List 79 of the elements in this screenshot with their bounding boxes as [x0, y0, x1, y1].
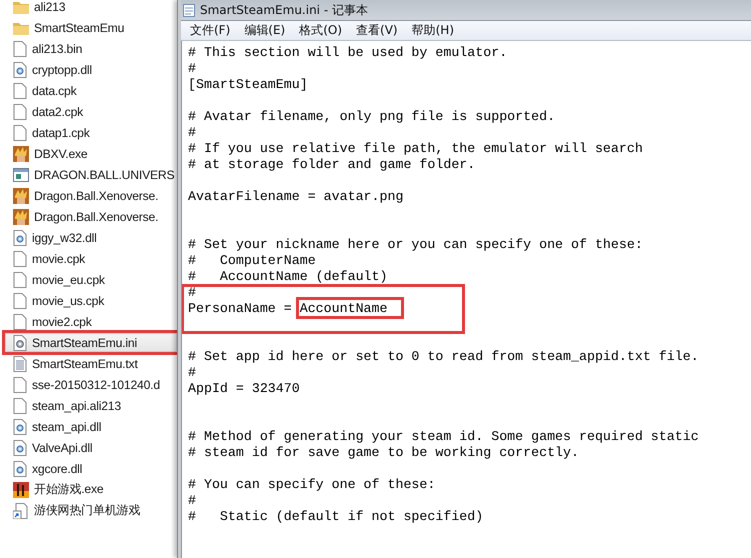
- text-line: #: [188, 365, 197, 381]
- folder-icon: [13, 0, 29, 14]
- file-icon: [13, 40, 27, 56]
- file-item[interactable]: iggy_w32.dll: [5, 228, 177, 247]
- file-item[interactable]: 游侠网热门单机游戏: [5, 501, 177, 520]
- file-item[interactable]: steam_api.dll: [5, 417, 177, 436]
- file-icon: [13, 292, 27, 308]
- notepad-icon: [183, 3, 195, 17]
- file-icon: [13, 314, 27, 330]
- file-item[interactable]: movie_eu.cpk: [5, 270, 177, 289]
- text-line: #: [188, 61, 197, 77]
- file-icon: [13, 82, 27, 98]
- text-line: PersonaName =: [188, 301, 293, 316]
- text-line: #: [188, 125, 197, 141]
- folder-icon: [13, 20, 29, 34]
- game-icon: [13, 482, 29, 498]
- text-file-icon: [13, 356, 27, 372]
- menu-item[interactable]: 查看(V): [350, 22, 404, 39]
- menu-item[interactable]: 文件(F): [184, 22, 236, 39]
- file-item[interactable]: data.cpk: [5, 81, 177, 100]
- file-item[interactable]: SmartSteamEmu: [5, 18, 177, 37]
- file-item[interactable]: cryptopp.dll: [5, 60, 177, 79]
- text-line: # Static (default if not specified): [188, 509, 484, 525]
- shortcut-icon: [13, 502, 29, 518]
- text-line: # at storage folder and game folder.: [188, 157, 476, 173]
- file-icon: [13, 376, 27, 392]
- file-item[interactable]: movie_us.cpk: [5, 291, 177, 310]
- text-line: #: [188, 493, 197, 509]
- file-item[interactable]: SmartSteamEmu.txt: [5, 354, 177, 373]
- file-item[interactable]: xgcore.dll: [5, 459, 177, 478]
- text-line: # You can specify one of these:: [188, 477, 436, 493]
- file-item[interactable]: movie.cpk: [5, 249, 177, 268]
- text-line: AppId = 323470: [188, 381, 301, 397]
- text-line: # ComputerName: [188, 253, 317, 269]
- file-item[interactable]: Dragon.Ball.Xenoverse.: [5, 186, 177, 205]
- text-line: AvatarFilename = avatar.png: [188, 189, 404, 205]
- text-line: # Method of generating your steam id. Some games required static: [188, 429, 700, 445]
- file-icon: [13, 124, 27, 140]
- gear-file-icon: [13, 62, 27, 78]
- file-item[interactable]: movie2.cpk: [5, 312, 177, 331]
- menu-item[interactable]: 格式(O): [293, 22, 348, 39]
- file-item[interactable]: SmartSteamEmu.ini: [5, 333, 177, 352]
- menu-item[interactable]: 编辑(E): [238, 22, 292, 39]
- file-item[interactable]: ValveApi.dll: [5, 438, 177, 457]
- gear-file-icon: [13, 418, 27, 434]
- file-item[interactable]: ali213.bin: [5, 39, 177, 58]
- game-icon: [13, 188, 29, 204]
- file-item[interactable]: Dragon.Ball.Xenoverse.: [5, 207, 177, 226]
- file-item[interactable]: DRAGON.BALL.UNIVERS: [5, 165, 177, 184]
- text-line: [SmartSteamEmu]: [188, 77, 309, 93]
- file-icon: [13, 250, 27, 266]
- file-item[interactable]: data2.cpk: [5, 102, 177, 121]
- file-item[interactable]: datap1.cpk: [5, 123, 177, 142]
- text-line: # This section will be used by emulator.: [188, 45, 508, 61]
- file-icon: [13, 272, 27, 288]
- gear-file-icon: [13, 440, 27, 456]
- text-line: # steam id for save game to be working correctly.: [188, 445, 580, 461]
- file-item[interactable]: 开始游戏.exe: [5, 480, 177, 499]
- file-item[interactable]: steam_api.ali213: [5, 396, 177, 415]
- file-item[interactable]: DBXV.exe: [5, 144, 177, 163]
- window-icon: [13, 168, 29, 182]
- text-editor[interactable]: [181, 41, 751, 558]
- file-item[interactable]: sse-20150312-101240.d: [5, 375, 177, 394]
- gear-file-icon: [13, 460, 27, 476]
- text-line: #: [188, 285, 197, 301]
- file-icon: [13, 104, 27, 120]
- file-item[interactable]: ali213: [5, 0, 177, 16]
- menu-item[interactable]: 帮助(H): [406, 22, 460, 39]
- text-line: # AccountName (default): [188, 269, 388, 285]
- text-line: # If you use relative file path, the emulator will search: [188, 141, 644, 157]
- window-title: SmartSteamEmu.ini - 记事本: [200, 2, 368, 18]
- game-icon: [13, 208, 29, 224]
- text-line: # Avatar filename, only png file is supported.: [188, 109, 556, 125]
- game-icon: [13, 146, 29, 162]
- file-icon: [13, 398, 27, 414]
- settings-file-icon: [13, 334, 27, 350]
- gear-file-icon: [13, 230, 27, 246]
- text-line: # Set app id here or set to 0 to read from steam_appid.txt file.: [188, 349, 700, 365]
- text-line: # Set your nickname here or you can specify one of these:: [188, 237, 644, 253]
